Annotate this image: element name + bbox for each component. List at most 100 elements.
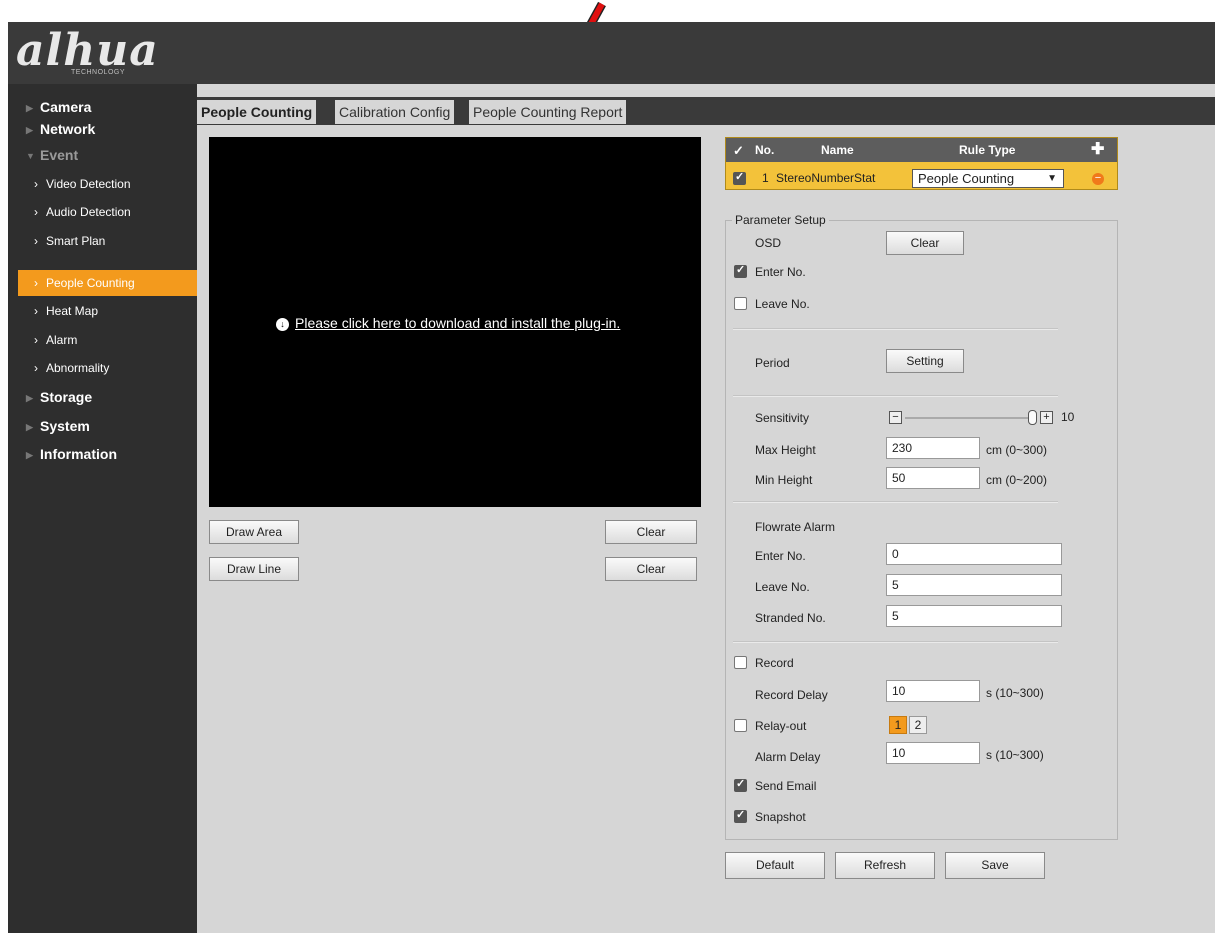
clear-line-button[interactable]: Clear [605,557,697,581]
triangle-right-icon: ▶ [26,125,33,135]
stranded-input[interactable] [886,605,1062,627]
sensitivity-slider-track[interactable] [905,417,1035,419]
check-all-icon[interactable]: ✓ [733,143,744,159]
alarm-delay-input[interactable] [886,742,980,764]
relay-1-toggle[interactable]: 1 [889,716,907,734]
snapshot-label: Snapshot [755,810,806,824]
max-height-label: Max Height [755,443,816,457]
parameter-setup-legend: Parameter Setup [732,213,829,227]
period-setting-button[interactable]: Setting [886,349,964,373]
sidebar-item-people-counting[interactable]: › People Counting [18,270,197,296]
tab-people-counting-report[interactable]: People Counting Report [469,100,627,124]
flow-leave-label: Leave No. [755,580,810,594]
chevron-right-icon: › [34,205,38,219]
sidebar-item-label: Storage [40,389,93,405]
sidebar-item-label: Event [40,147,79,163]
sensitivity-slider-handle[interactable] [1028,410,1037,425]
relay-out-label: Relay-out [755,719,807,733]
tab-people-counting[interactable]: People Counting [197,100,317,124]
col-rule-type: Rule Type [959,143,1016,157]
chevron-down-icon: ▼ [1047,173,1057,184]
triangle-down-icon: ▼ [26,151,35,161]
sidebar-item-abnormality[interactable]: › Abnormality [18,355,195,381]
triangle-right-icon: ▶ [26,393,33,403]
divider [733,641,1058,643]
send-email-label: Send Email [755,779,817,793]
sidebar-spacer [8,84,197,94]
flow-enter-input[interactable] [886,543,1062,565]
flow-leave-input[interactable] [886,574,1062,596]
rule-row-checkbox[interactable] [733,170,746,185]
chevron-right-icon: › [34,333,38,347]
record-delay-range: s (10~300) [986,686,1044,700]
delete-rule-icon[interactable]: − [1092,173,1104,185]
leave-no-label: Leave No. [755,297,810,311]
sidebar-item-heat-map[interactable]: › Heat Map [18,298,195,324]
enter-no-checkbox[interactable] [734,263,747,278]
draw-area-button[interactable]: Draw Area [209,520,299,544]
rule-type-value: People Counting [918,171,1015,186]
divider [733,328,1058,330]
divider [733,501,1058,503]
max-height-range: cm (0~300) [986,443,1048,457]
sidebar-item-system[interactable]: ▶ System [8,413,197,439]
sidebar-item-network[interactable]: ▶ Network [8,116,197,142]
clear-area-button[interactable]: Clear [605,520,697,544]
sensitivity-minus-button[interactable]: − [889,411,902,424]
sidebar-item-label: People Counting [46,276,135,290]
sidebar-item-label: System [40,418,90,434]
record-checkbox[interactable] [734,656,747,669]
sidebar-item-label: Camera [40,99,92,115]
draw-line-button[interactable]: Draw Line [209,557,299,581]
stranded-label: Stranded No. [755,611,826,625]
chevron-right-icon: › [34,177,38,191]
rule-type-select[interactable]: People Counting ▼ [912,169,1064,188]
default-button[interactable]: Default [725,852,825,879]
sidebar-item-smart-plan[interactable]: › Smart Plan [18,228,195,254]
chevron-right-icon: › [34,304,38,318]
alarm-delay-label: Alarm Delay [755,750,821,764]
relay-out-checkbox[interactable] [734,719,747,732]
tab-calibration-config[interactable]: Calibration Config [335,100,455,124]
rule-row-no: 1 [762,171,769,185]
col-no: No. [755,143,775,157]
save-button[interactable]: Save [945,852,1045,879]
snapshot-checkbox[interactable] [734,808,747,823]
sidebar-item-label: Video Detection [46,177,131,191]
record-delay-input[interactable] [886,680,980,702]
sidebar: ▶ Camera ▶ Network ▼ Event › Video Detection… [8,94,197,933]
refresh-button[interactable]: Refresh [835,852,935,879]
period-label: Period [755,356,790,370]
sidebar-item-video-detection[interactable]: › Video Detection [18,171,195,197]
chevron-right-icon: › [34,234,38,248]
sidebar-item-storage[interactable]: ▶ Storage [8,384,197,410]
flowrate-alarm-label: Flowrate Alarm [755,520,836,534]
flow-enter-label: Enter No. [755,549,806,563]
plugin-download-link[interactable]: ↓ Please click here to download and insta… [276,315,620,331]
divider [733,395,1058,397]
sidebar-item-information[interactable]: ▶ Information [8,441,197,467]
sidebar-item-label: Audio Detection [46,205,131,219]
rule-table-header: ✓ No. Name Rule Type ✚ [726,138,1117,162]
osd-label: OSD [755,236,782,250]
sensitivity-label: Sensitivity [755,411,810,425]
triangle-right-icon: ▶ [26,422,33,432]
relay-2-toggle[interactable]: 2 [909,716,927,734]
sidebar-item-event[interactable]: ▼ Event [8,142,197,168]
max-height-input[interactable] [886,437,980,459]
min-height-input[interactable] [886,467,980,489]
brand-logo-subtitle: TECHNOLOGY [71,69,126,76]
sidebar-item-label: Alarm [46,333,78,347]
min-height-label: Min Height [755,473,813,487]
sensitivity-plus-button[interactable]: + [1040,411,1053,424]
send-email-checkbox[interactable] [734,777,747,792]
osd-clear-button[interactable]: Clear [886,231,964,255]
plugin-download-text: Please click here to download and instal… [295,315,621,331]
sidebar-item-audio-detection[interactable]: › Audio Detection [18,199,195,225]
sensitivity-value: 10 [1061,410,1075,424]
min-height-range: cm (0~200) [986,473,1048,487]
enter-no-label: Enter No. [755,265,806,279]
leave-no-checkbox[interactable] [734,297,747,310]
add-rule-icon[interactable]: ✚ [1091,139,1104,159]
sidebar-item-alarm[interactable]: › Alarm [18,327,195,353]
